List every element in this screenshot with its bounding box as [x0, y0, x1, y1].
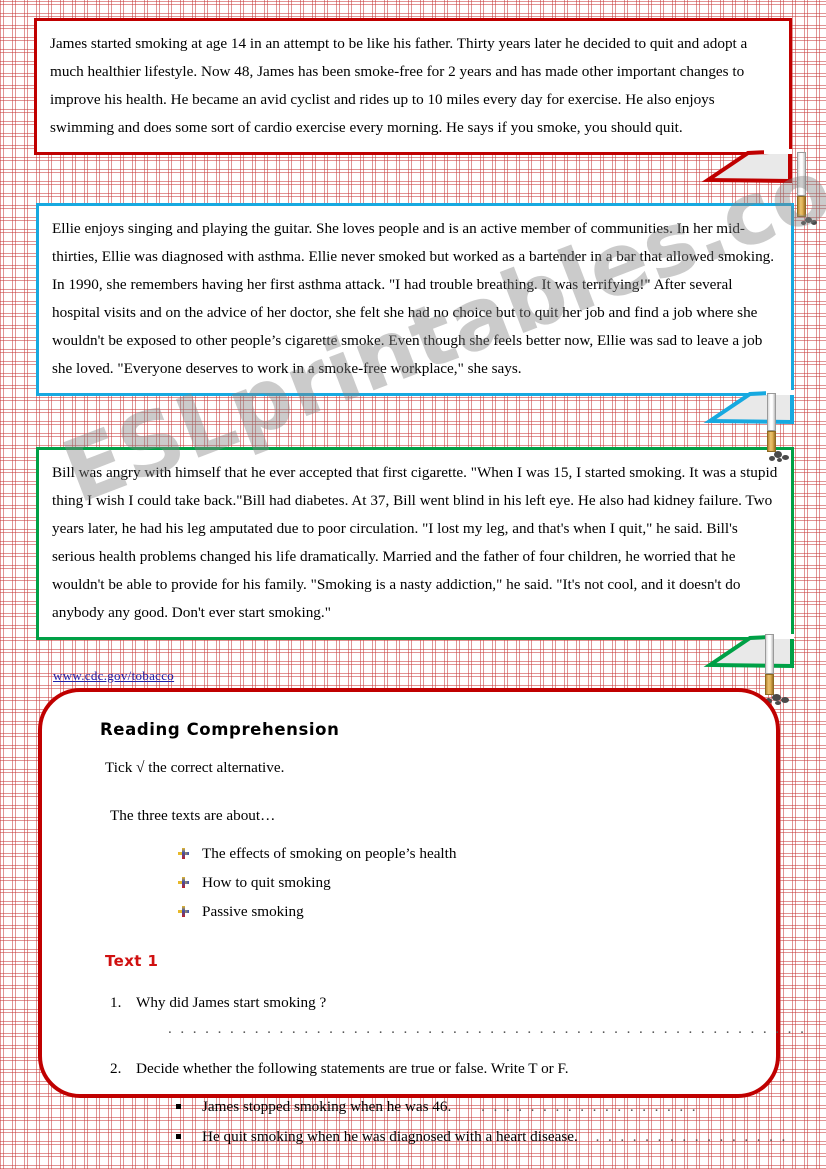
square-bullet-icon [176, 1104, 181, 1109]
statement-text: James stopped smoking when he was 46. [202, 1098, 452, 1115]
alternative-label: How to quit smoking [202, 874, 331, 891]
statements-list: James stopped smoking when he was 46. . … [72, 1092, 785, 1152]
cigarette-ash [795, 215, 826, 229]
square-bullet-icon [176, 1134, 181, 1139]
cigarette-filter [765, 674, 774, 695]
exercise-prompt: The three texts are about… [110, 807, 276, 824]
text1-heading: Text 1 [105, 952, 159, 970]
question-row: 1. Why did James start smoking ? [110, 990, 746, 1016]
statement-item: He quit smoking when he was diagnosed wi… [176, 1122, 785, 1152]
alternative-label: Passive smoking [202, 903, 304, 920]
question-number: 2. [110, 1060, 122, 1077]
alternative-option[interactable]: The effects of smoking on people’s healt… [178, 839, 746, 868]
alternatives-list: The effects of smoking on people’s healt… [72, 839, 746, 926]
plus-bullet-icon [178, 877, 189, 888]
question-text: Decide whether the following statements … [136, 1060, 569, 1077]
statement-answer-line[interactable]: . . . . . . . . . . . . . . . . [596, 1128, 788, 1145]
cigarette-paper [767, 393, 776, 431]
cigarette-icon [765, 393, 789, 464]
speech-tail-bill [703, 633, 794, 669]
cigarette-icon [763, 634, 789, 707]
statement-item: James stopped smoking when he was 46. . … [176, 1092, 746, 1122]
text-bubble-bill: Bill was angry with himself that he ever… [36, 447, 794, 669]
cigarette-paper [797, 152, 806, 196]
cigarette-paper [765, 634, 774, 674]
alternative-option[interactable]: Passive smoking [178, 897, 746, 926]
cigarette-ash [765, 450, 799, 464]
text-bubble-ellie-content: Ellie enjoys singing and playing the gui… [52, 220, 775, 377]
text-bubble-ellie: Ellie enjoys singing and playing the gui… [36, 203, 794, 425]
statement-answer-line[interactable]: . . . . . . . . . . . . . . . . . . [481, 1098, 698, 1115]
cigarette-icon [795, 152, 817, 229]
alternative-label: The effects of smoking on people’s healt… [202, 845, 457, 862]
cigarette-filter [797, 196, 806, 217]
reading-comprehension-card: Reading Comprehension Tick √ the correct… [38, 688, 808, 1145]
answer-dotted-line[interactable]: . . . . . . . . . . . . . . . . . . . . … [168, 1020, 808, 1038]
text-bubble-bill-content: Bill was angry with himself that he ever… [52, 464, 778, 621]
text-bubble-james-content: James started smoking at age 14 in an at… [50, 35, 748, 136]
speech-tail-james [701, 148, 792, 184]
question-text: Why did James start smoking ? [136, 994, 327, 1011]
plus-bullet-icon [178, 906, 189, 917]
cigarette-filter [767, 431, 776, 452]
question-row: 2. Decide whether the following statemen… [110, 1056, 746, 1082]
alternative-option[interactable]: How to quit smoking [178, 868, 746, 897]
exercise-instruction: Tick √ the correct alternative. [105, 759, 285, 776]
worksheet-page: James started smoking at age 14 in an at… [0, 0, 826, 1169]
source-url-link[interactable]: www.cdc.gov/tobacco [53, 668, 174, 684]
speech-tail-ellie [703, 389, 794, 425]
exercise-title: Reading Comprehension [100, 720, 340, 739]
question-number: 1. [110, 994, 122, 1011]
text-bubble-james: James started smoking at age 14 in an at… [34, 18, 792, 184]
plus-bullet-icon [178, 848, 189, 859]
statement-text: He quit smoking when he was diagnosed wi… [202, 1128, 578, 1145]
